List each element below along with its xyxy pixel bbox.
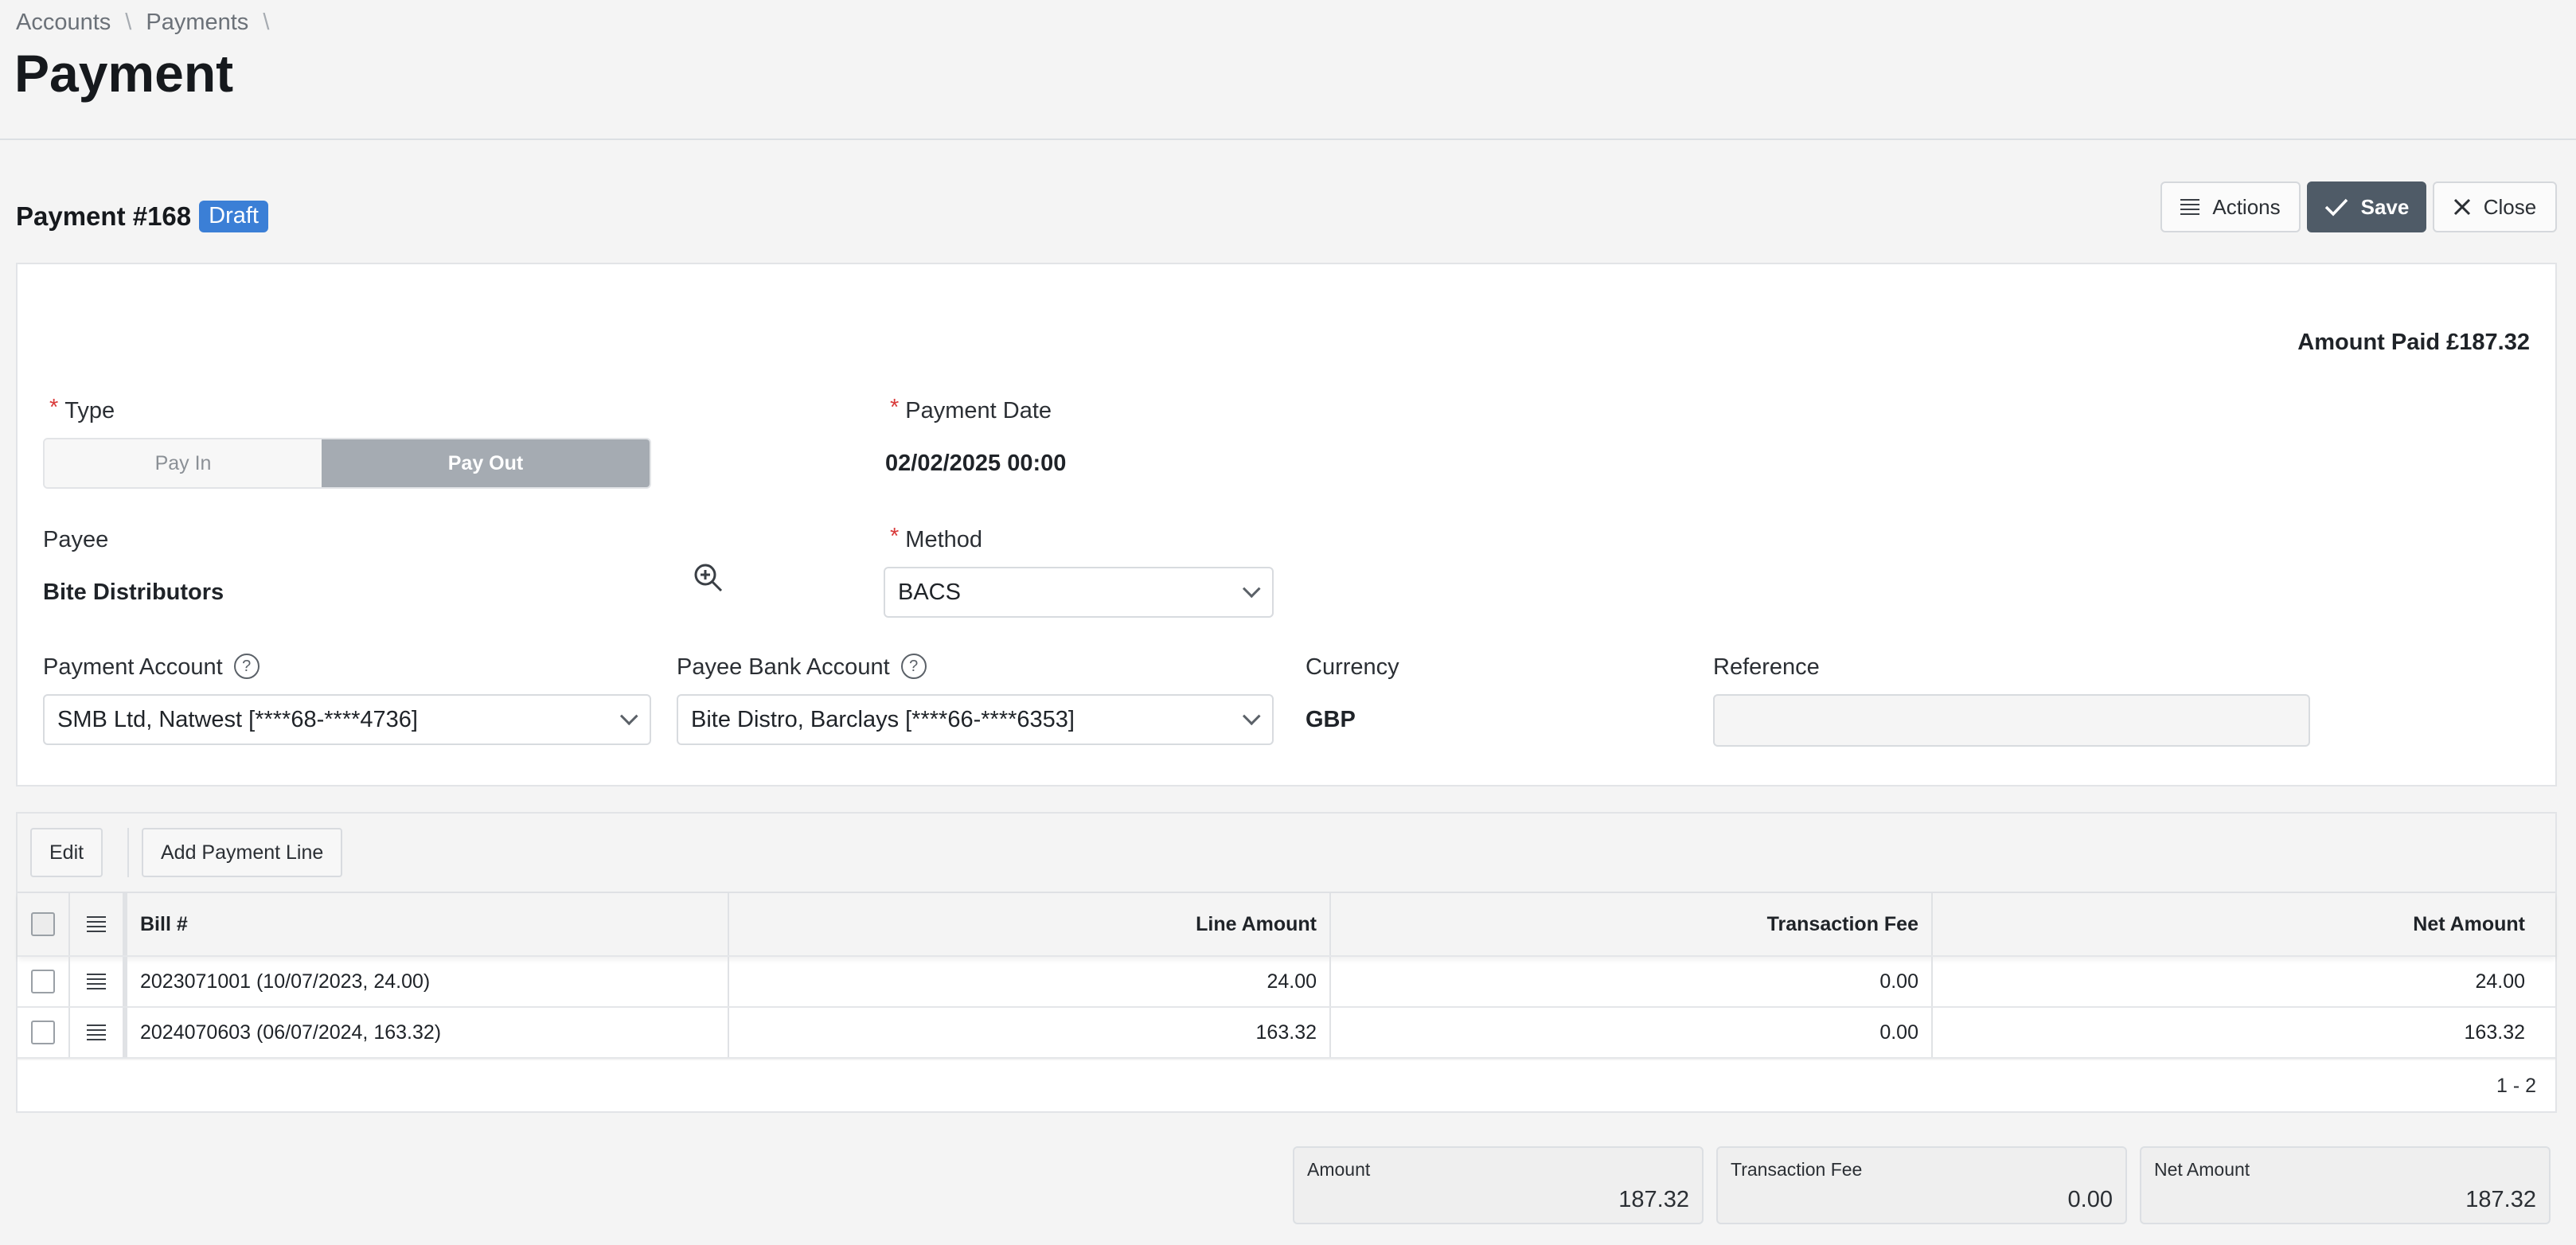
total-net-box: Net Amount 187.32 — [2140, 1146, 2551, 1224]
table-row[interactable]: 2024070603 (06/07/2024, 163.32) 163.32 0… — [18, 1008, 2555, 1059]
row-menu-cell — [70, 1008, 127, 1057]
payment-date-label: * Payment Date — [890, 395, 1052, 424]
payee-value[interactable]: Bite Distributors — [43, 580, 224, 606]
add-payment-line-button[interactable]: Add Payment Line — [142, 828, 343, 877]
select-all-checkbox[interactable] — [31, 912, 55, 936]
total-amount-label: Amount — [1307, 1159, 1371, 1180]
column-header-line-amount[interactable]: Line Amount — [729, 893, 1331, 955]
payee-bank-account-value: Bite Distro, Barclays [****66-****6353] — [691, 706, 1075, 732]
payee-bank-account-label-text: Payee Bank Account — [677, 654, 890, 680]
total-amount-value: 187.32 — [1618, 1187, 1689, 1212]
payment-account-label-text: Payment Account — [43, 654, 223, 680]
payment-account-select[interactable]: SMB Ltd, Natwest [****68-****4736] — [43, 694, 651, 745]
menu-lines-icon[interactable] — [87, 1024, 106, 1040]
close-icon — [2453, 198, 2470, 216]
edit-button[interactable]: Edit — [30, 828, 103, 877]
transaction-fee-cell[interactable]: 0.00 — [1331, 1008, 1933, 1057]
header-divider — [0, 139, 2576, 140]
row-select-cell — [18, 957, 70, 1006]
bill-cell[interactable]: 2024070603 (06/07/2024, 163.32) — [127, 1008, 729, 1057]
payment-lines-table: Bill # Line Amount Transaction Fee Net A… — [18, 892, 2555, 1059]
toolbar-divider — [127, 828, 129, 877]
check-icon — [2324, 198, 2348, 217]
actions-button[interactable]: Actions — [2160, 181, 2301, 232]
document-number: Payment #168 — [16, 201, 192, 231]
zoom-in-icon[interactable] — [693, 562, 724, 594]
payment-account-label: Payment Account? — [43, 654, 260, 681]
method-select[interactable]: BACS — [884, 567, 1274, 618]
pay-in-option[interactable]: Pay In — [45, 439, 322, 487]
total-amount-box: Amount 187.32 — [1293, 1146, 1704, 1224]
column-menu-cell — [70, 893, 127, 955]
reference-input[interactable] — [1713, 694, 2310, 747]
select-all-cell — [18, 893, 70, 955]
breadcrumb: Accounts \ Payments \ — [16, 10, 269, 36]
close-label: Close — [2483, 194, 2537, 219]
row-checkbox[interactable] — [31, 970, 55, 993]
reference-label: Reference — [1713, 654, 1820, 680]
page-title: Payment — [14, 44, 234, 103]
net-amount-cell: 163.32 — [2464, 1021, 2525, 1044]
help-icon[interactable]: ? — [900, 654, 927, 680]
method-value: BACS — [898, 579, 961, 605]
transaction-fee-cell[interactable]: 0.00 — [1331, 957, 1933, 1006]
payee-bank-account-select[interactable]: Bite Distro, Barclays [****66-****6353] — [677, 694, 1274, 745]
menu-lines-icon[interactable] — [87, 916, 106, 932]
save-button[interactable]: Save — [2307, 181, 2426, 232]
required-marker: * — [890, 395, 900, 420]
payment-date-value[interactable]: 02/02/2025 00:00 — [885, 451, 1066, 477]
payment-account-value: SMB Ltd, Natwest [****68-****4736] — [57, 706, 418, 732]
total-net-value: 187.32 — [2465, 1187, 2536, 1212]
row-menu-cell — [70, 957, 127, 1006]
column-header-transaction-fee[interactable]: Transaction Fee — [1331, 893, 1933, 955]
method-label-text: Method — [905, 527, 983, 552]
menu-lines-icon — [2180, 199, 2200, 215]
breadcrumb-accounts-link[interactable]: Accounts — [16, 10, 111, 36]
column-header-bill[interactable]: Bill # — [127, 893, 729, 955]
total-fee-value: 0.00 — [2067, 1187, 2113, 1212]
payee-label: Payee — [43, 527, 109, 552]
actions-label: Actions — [2212, 194, 2281, 219]
type-label-text: Type — [64, 398, 115, 423]
document-title: Payment #168 Draft — [16, 201, 268, 232]
pager-range: 1 - 2 — [2496, 1075, 2536, 1097]
type-toggle: Pay In Pay Out — [43, 438, 651, 489]
breadcrumb-separator: \ — [263, 10, 270, 35]
menu-lines-icon[interactable] — [87, 974, 106, 989]
type-label: * Type — [49, 395, 115, 424]
currency-label: Currency — [1306, 654, 1399, 680]
pay-out-option[interactable]: Pay Out — [322, 439, 650, 487]
breadcrumb-payments-link[interactable]: Payments — [146, 10, 248, 36]
table-row[interactable]: 2023071001 (10/07/2023, 24.00) 24.00 0.0… — [18, 957, 2555, 1008]
required-marker: * — [890, 524, 900, 549]
net-amount-cell: 24.00 — [2475, 970, 2525, 993]
line-amount-cell[interactable]: 163.32 — [729, 1008, 1331, 1057]
save-label: Save — [2360, 194, 2410, 219]
required-marker: * — [49, 395, 59, 420]
breadcrumb-separator: \ — [125, 10, 132, 35]
row-checkbox[interactable] — [31, 1021, 55, 1044]
table-header-row: Bill # Line Amount Transaction Fee Net A… — [18, 893, 2555, 957]
line-amount-cell[interactable]: 24.00 — [729, 957, 1331, 1006]
currency-value: GBP — [1306, 707, 1356, 732]
status-badge: Draft — [199, 201, 268, 232]
chevron-down-icon — [619, 707, 638, 726]
chevron-down-icon — [1242, 707, 1261, 726]
row-select-cell — [18, 1008, 70, 1057]
payee-bank-account-label: Payee Bank Account? — [677, 654, 927, 681]
column-header-net-amount[interactable]: Net Amount — [1933, 893, 2538, 955]
chevron-down-icon — [1242, 580, 1261, 599]
total-net-label: Net Amount — [2154, 1159, 2250, 1180]
close-button[interactable]: Close — [2433, 181, 2557, 232]
total-fee-label: Transaction Fee — [1731, 1159, 1863, 1180]
method-label: * Method — [890, 524, 983, 553]
total-fee-box: Transaction Fee 0.00 — [1716, 1146, 2127, 1224]
table-footer — [18, 1060, 2555, 1111]
amount-paid: Amount Paid £187.32 — [2297, 330, 2530, 355]
bill-cell[interactable]: 2023071001 (10/07/2023, 24.00) — [127, 957, 729, 1006]
help-icon[interactable]: ? — [233, 654, 260, 680]
payment-date-label-text: Payment Date — [905, 398, 1052, 423]
